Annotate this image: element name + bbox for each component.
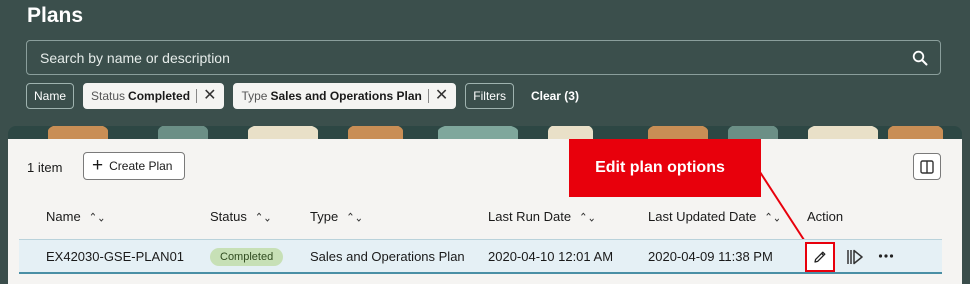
column-last-run-date[interactable]: Last Run Date ⌃⌄	[488, 209, 596, 225]
edit-plan-callout: Edit plan options	[569, 139, 761, 197]
filters-chip[interactable]: Filters	[465, 83, 514, 109]
search-placeholder: Search by name or description	[40, 49, 230, 66]
sort-icon[interactable]: ⌃⌄	[346, 212, 363, 225]
page-title: Plans	[27, 4, 84, 27]
edit-plan-button[interactable]	[805, 242, 835, 272]
clear-filters-link[interactable]: Clear (3)	[531, 89, 579, 103]
page-header: Plans Search by name or description Name…	[0, 0, 970, 140]
column-status[interactable]: Status ⌃⌄	[210, 209, 272, 225]
chip-divider	[196, 89, 198, 103]
decorative-banner	[8, 126, 962, 140]
run-icon[interactable]	[846, 249, 864, 265]
status-filter-chip[interactable]: Status Completed ✕	[83, 83, 225, 109]
create-plan-label: Create Plan	[109, 159, 173, 173]
column-type[interactable]: Type ⌃⌄	[310, 209, 363, 225]
plan-type: Sales and Operations Plan	[310, 249, 465, 264]
remove-type-filter-icon[interactable]: ✕	[435, 88, 448, 104]
filter-chips: Name Status Completed ✕ Type Sales and O…	[26, 83, 579, 109]
last-run-date: 2020-04-10 12:01 AM	[488, 249, 614, 264]
plans-panel: 1 item + Create Plan Edit plan options N…	[8, 139, 962, 284]
sort-icon[interactable]: ⌃⌄	[89, 212, 106, 225]
status-filter-label: Status	[91, 89, 126, 103]
plus-icon: +	[92, 154, 104, 176]
remove-status-filter-icon[interactable]: ✕	[203, 88, 216, 104]
status-filter-value: Completed	[128, 89, 191, 103]
edit-icon	[814, 251, 826, 263]
column-action: Action	[807, 209, 844, 224]
column-last-updated-date[interactable]: Last Updated Date ⌃⌄	[648, 209, 781, 225]
status-badge: Completed	[210, 248, 284, 266]
panel-layout-button[interactable]	[913, 153, 941, 180]
type-filter-value: Sales and Operations Plan	[270, 89, 422, 103]
type-filter-chip[interactable]: Type Sales and Operations Plan ✕	[233, 83, 457, 109]
column-name[interactable]: Name ⌃⌄	[46, 209, 106, 225]
search-input[interactable]: Search by name or description	[26, 40, 941, 75]
filters-chip-label: Filters	[473, 89, 506, 103]
sort-icon[interactable]: ⌃⌄	[579, 212, 596, 225]
table-row[interactable]: EX42030-GSE-PLAN01 Completed Sales and O…	[19, 239, 942, 274]
plan-name[interactable]: EX42030-GSE-PLAN01	[46, 249, 184, 264]
name-filter-chip[interactable]: Name	[26, 83, 75, 109]
sort-icon[interactable]: ⌃⌄	[255, 212, 272, 225]
panel-layout-icon	[920, 159, 934, 174]
item-count: 1 item	[27, 160, 63, 175]
create-plan-button[interactable]: + Create Plan	[83, 152, 185, 180]
name-filter-label: Name	[34, 89, 67, 103]
more-icon[interactable]	[878, 253, 894, 259]
search-icon[interactable]	[912, 50, 928, 66]
type-filter-label: Type	[241, 89, 268, 103]
sort-icon[interactable]: ⌃⌄	[764, 212, 781, 225]
last-updated-date: 2020-04-09 11:38 PM	[648, 249, 773, 264]
table-header: Name ⌃⌄ Status ⌃⌄ Type ⌃⌄ Last Run Date ⌃⌄ L…	[8, 207, 962, 229]
chip-divider	[427, 89, 429, 103]
